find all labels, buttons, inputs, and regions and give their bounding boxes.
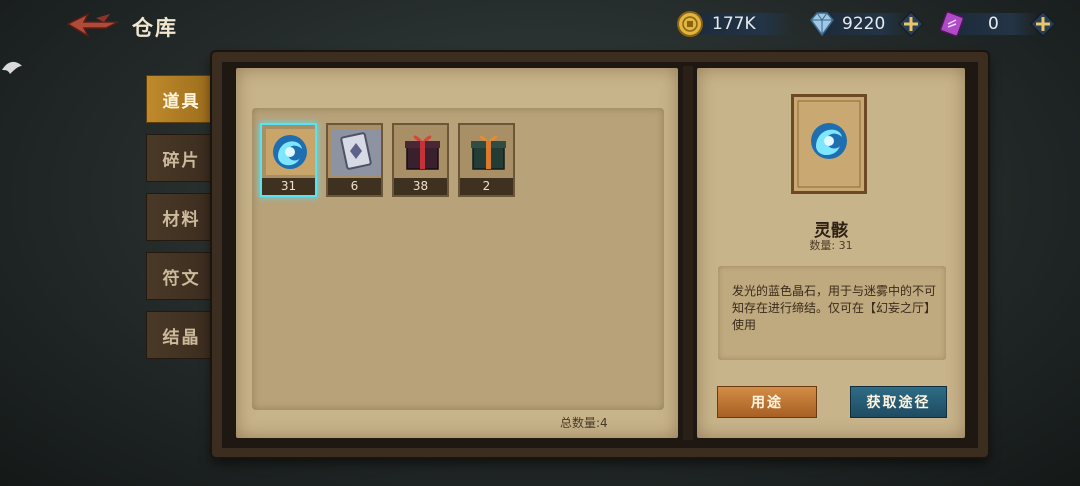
tab-materials[interactable]: 材料: [146, 193, 216, 241]
total-count-label: 总数量:4: [560, 416, 608, 430]
crystal-plus-button[interactable]: [1030, 11, 1056, 37]
diamond-plus-button[interactable]: [898, 11, 924, 37]
blue-spirit-orb-icon: [797, 100, 861, 188]
plus-icon: [898, 11, 924, 37]
obtain-source-button[interactable]: 获取途径: [850, 386, 947, 418]
page-title: 仓库: [132, 16, 178, 40]
tab-runes[interactable]: 符文: [146, 252, 216, 300]
plus-icon: [1030, 11, 1056, 37]
side-emblem-icon: [0, 58, 26, 80]
red-gift-box-icon: [398, 129, 447, 175]
inventory-slot[interactable]: 31: [260, 123, 317, 197]
back-arrow-icon: [66, 12, 119, 38]
coin-icon: [676, 10, 704, 38]
item-count: 31: [262, 178, 315, 195]
diamond-icon: [808, 10, 836, 38]
diamond-value: 9220: [842, 14, 886, 34]
top-bar: 仓库 177K 9220 0: [0, 0, 1080, 52]
detail-item-card: [791, 94, 867, 194]
back-button[interactable]: [66, 10, 120, 40]
detail-item-description: 发光的蓝色晶石，用于与迷雾中的不可知存在进行缔结。仅可在【幻妄之厅】使用: [732, 284, 937, 332]
gold-currency: 177K: [676, 10, 794, 38]
tab-items[interactable]: 道具: [146, 75, 216, 123]
use-button[interactable]: 用途: [717, 386, 817, 418]
inventory-slot[interactable]: 2: [458, 123, 515, 197]
panel-divider: [683, 66, 693, 440]
diamond-currency: 9220: [808, 10, 926, 38]
crystal-ticket-icon: [938, 10, 966, 38]
blue-spirit-orb-icon: [266, 129, 315, 175]
tab-fragments[interactable]: 碎片: [146, 134, 216, 182]
silver-tome-icon: [332, 129, 381, 175]
tab-crystals[interactable]: 结晶: [146, 311, 216, 359]
item-count: 6: [328, 178, 381, 195]
crystal-value: 0: [988, 14, 999, 34]
gold-value: 177K: [712, 14, 756, 34]
inventory-slot[interactable]: 6: [326, 123, 383, 197]
item-count: 2: [460, 178, 513, 195]
crystal-currency: 0: [938, 10, 1056, 38]
inventory-slot[interactable]: 38: [392, 123, 449, 197]
detail-item-quantity: 数量: 31: [809, 239, 853, 252]
item-count: 38: [394, 178, 447, 195]
green-gift-box-icon: [464, 129, 513, 175]
